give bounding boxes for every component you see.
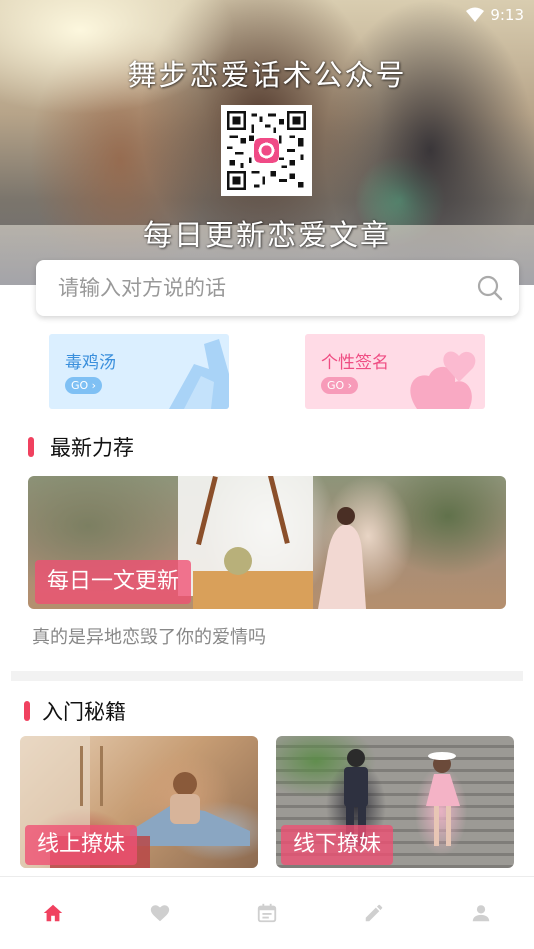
hero-subtitle: 每日更新恋爱文章	[142, 218, 391, 252]
featured-article-title[interactable]: 真的是异地恋毁了你的爱情吗	[32, 623, 266, 649]
section-title-text: 最新力荐	[50, 436, 134, 460]
featured-article-banner[interactable]: 每日一文更新	[28, 476, 506, 609]
tab-profile[interactable]	[427, 877, 534, 949]
go-badge: GO ›	[65, 377, 103, 394]
category-card-signature[interactable]: 个性签名 GO ›	[305, 334, 485, 409]
calendar-icon	[257, 903, 277, 923]
tab-favorites[interactable]	[107, 877, 214, 949]
category-card-poison-soup[interactable]: 毒鸡汤 GO ›	[49, 334, 229, 409]
section-accent-bar	[24, 701, 30, 721]
search-input[interactable]	[58, 276, 475, 300]
guide-card-offline[interactable]: 线下撩妹	[276, 736, 514, 868]
hero-title: 舞步恋爱话术公众号	[127, 58, 407, 92]
daily-update-tag: 每日一文更新	[35, 560, 192, 604]
section-accent-bar	[28, 437, 34, 457]
status-bar: 9:13	[466, 4, 524, 26]
section-title-latest: 最新力荐	[28, 432, 134, 462]
qr-code-icon	[221, 105, 312, 196]
category-label: 毒鸡汤	[65, 353, 116, 373]
status-time: 9:13	[490, 6, 524, 24]
hearts-illustration-icon	[410, 351, 476, 409]
guide-card-online[interactable]: 线上撩妹	[20, 736, 258, 868]
section-title-guides: 入门秘籍	[24, 696, 126, 726]
wifi-icon	[466, 7, 485, 22]
category-label: 个性签名	[321, 353, 389, 373]
user-icon	[472, 905, 489, 922]
section-divider	[11, 671, 523, 681]
tab-home[interactable]	[0, 877, 107, 949]
section-title-text: 入门秘籍	[42, 700, 126, 724]
guide-tag: 线上撩妹	[25, 825, 138, 865]
hero-banner[interactable]: 舞步恋爱话术公众号 每日更新恋爱文章 9:13	[0, 0, 534, 285]
tab-write[interactable]	[320, 877, 427, 949]
search-icon[interactable]	[475, 273, 505, 303]
tab-calendar[interactable]	[214, 877, 321, 949]
bottom-tab-bar	[0, 876, 534, 949]
heart-icon	[151, 905, 170, 922]
pencil-icon	[365, 904, 383, 922]
search-box[interactable]	[36, 260, 519, 316]
home-icon	[44, 904, 63, 922]
go-badge: GO ›	[321, 377, 359, 394]
bottle-illustration-icon	[169, 339, 229, 409]
guide-tag: 线下撩妹	[281, 825, 394, 865]
